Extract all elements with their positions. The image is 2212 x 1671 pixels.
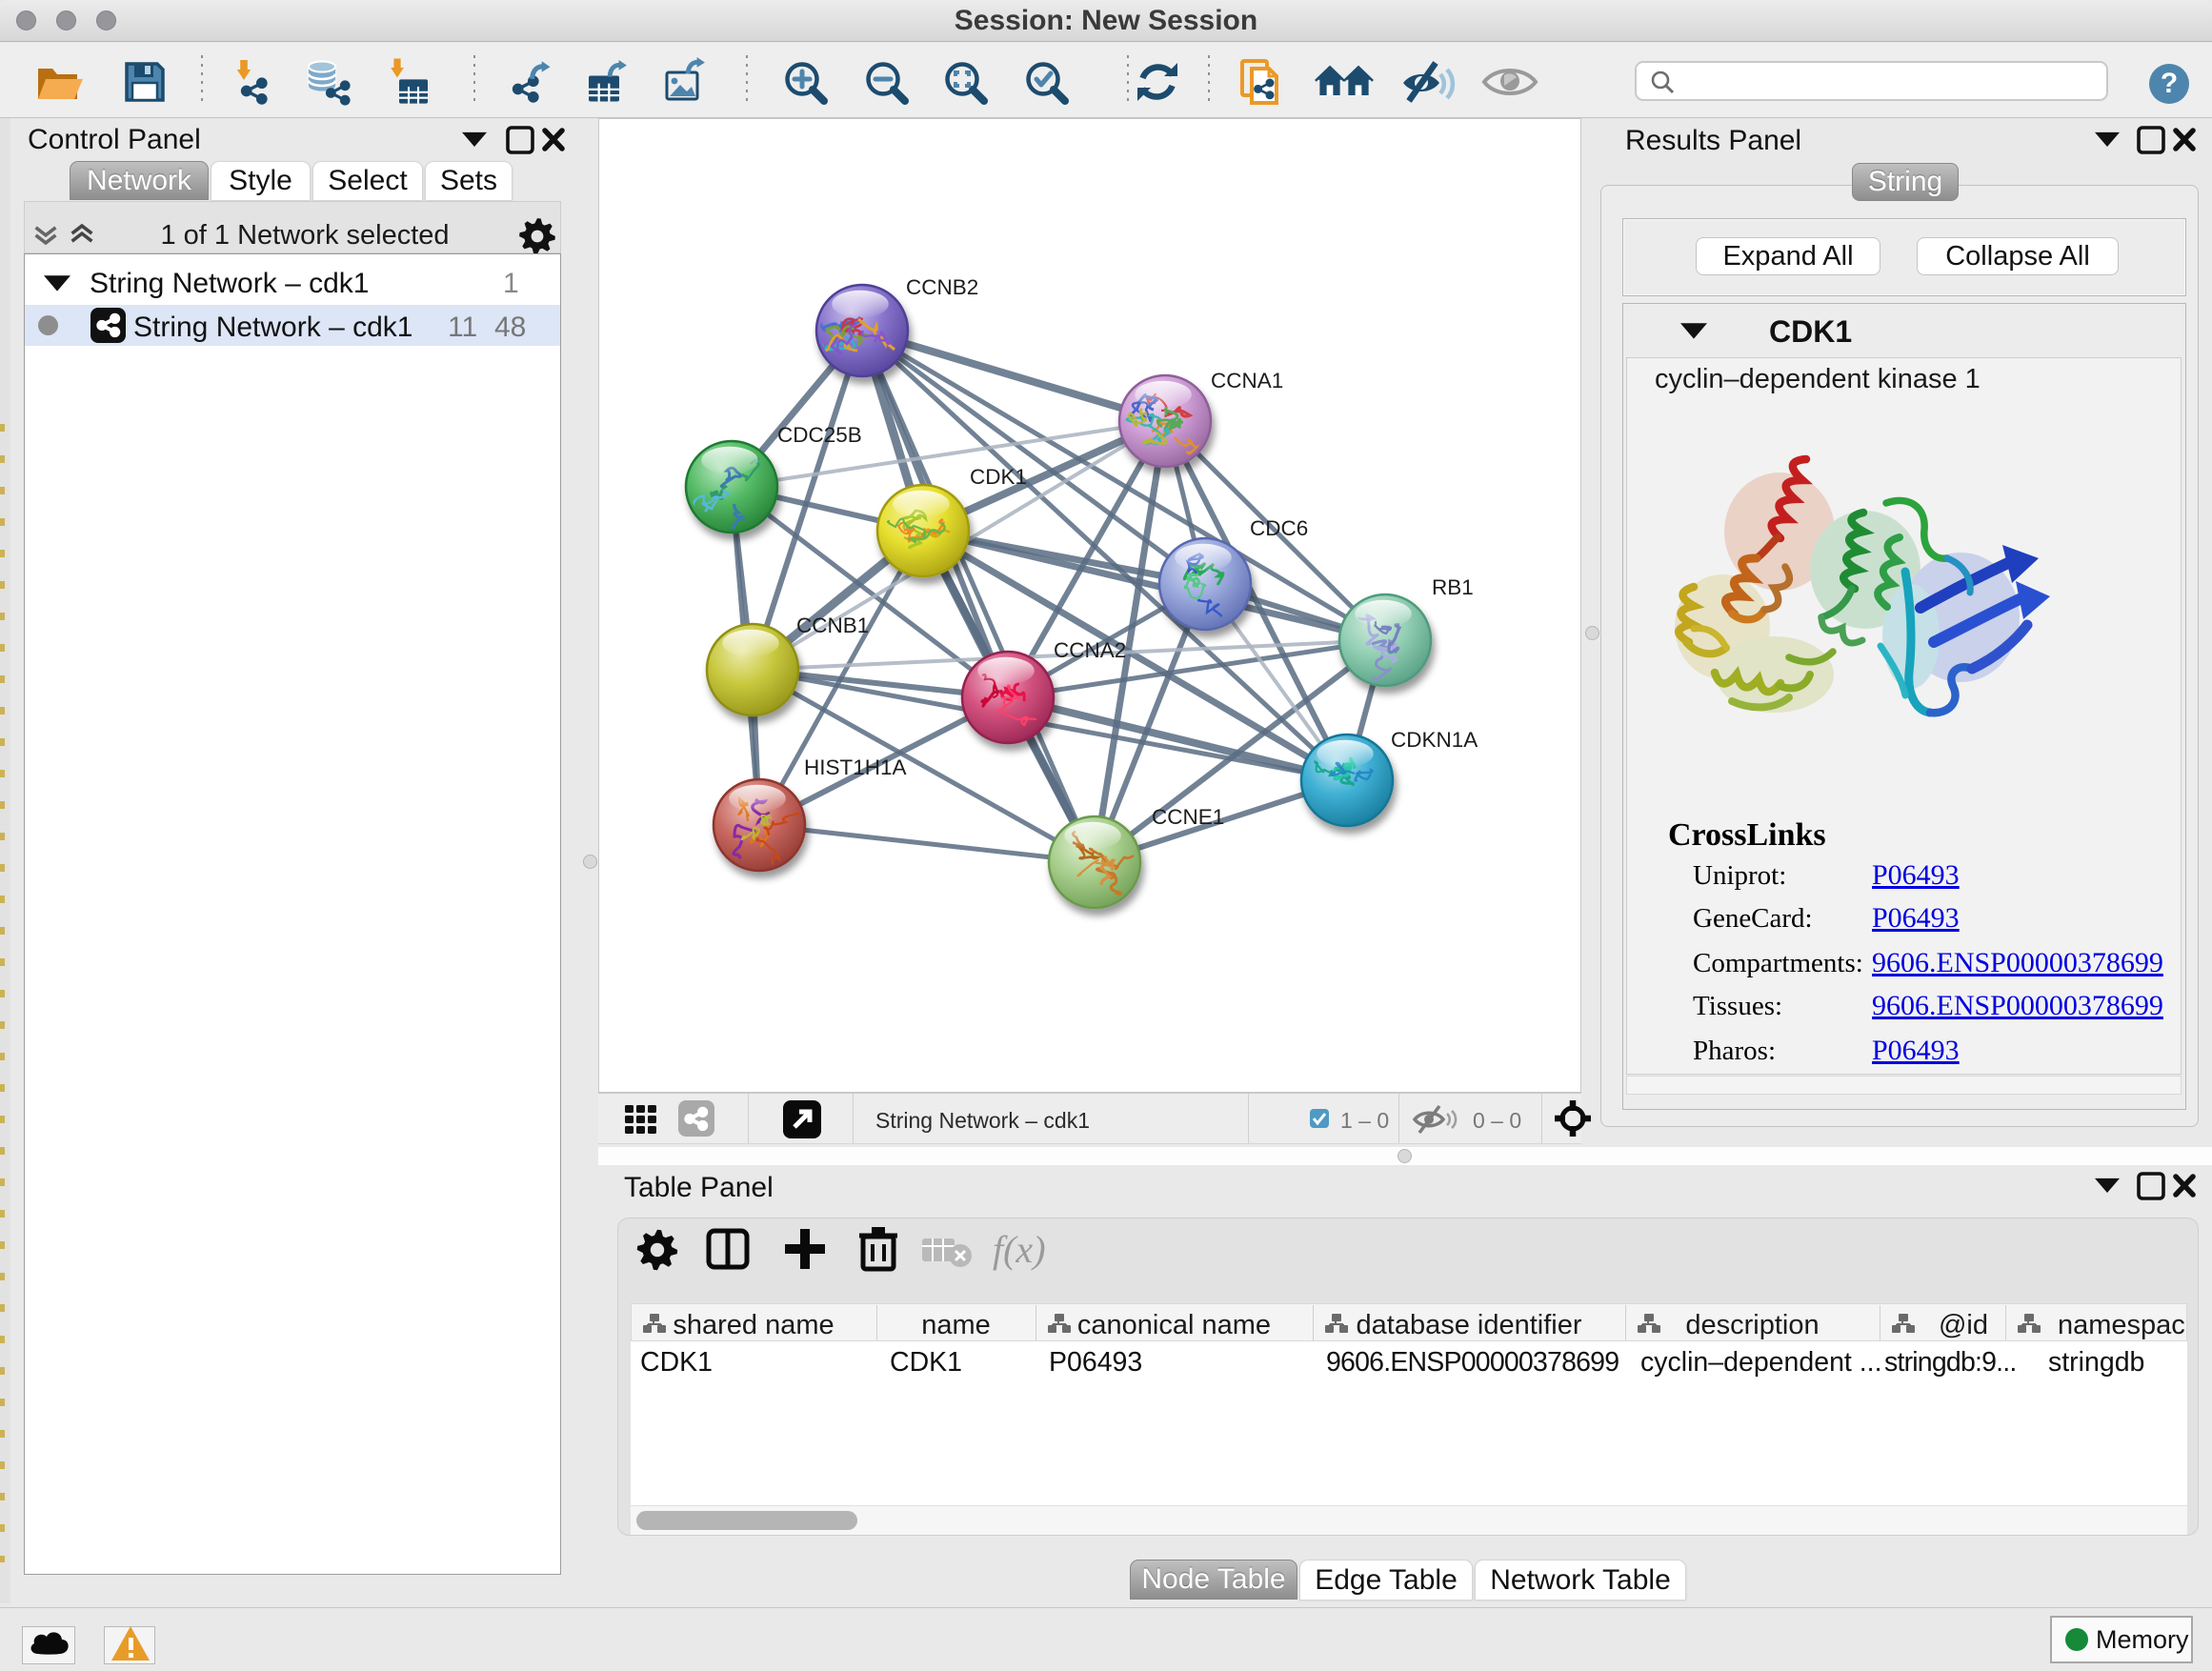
svg-text:CDC25B: CDC25B [777, 423, 862, 447]
svg-text:CCNA2: CCNA2 [1054, 638, 1126, 662]
svg-text:CDKN1A: CDKN1A [1391, 728, 1478, 752]
svg-text:CCNA1: CCNA1 [1211, 369, 1283, 393]
svg-text:CCNE1: CCNE1 [1152, 805, 1224, 829]
svg-text:CCNB1: CCNB1 [796, 614, 869, 637]
svg-text:RB1: RB1 [1432, 575, 1474, 599]
svg-text:?: ? [2161, 68, 2178, 99]
svg-text:CDC6: CDC6 [1250, 516, 1308, 540]
svg-text:HIST1H1A: HIST1H1A [804, 755, 907, 779]
svg-text:CCNB2: CCNB2 [906, 275, 978, 299]
svg-text:CDK1: CDK1 [970, 465, 1027, 489]
